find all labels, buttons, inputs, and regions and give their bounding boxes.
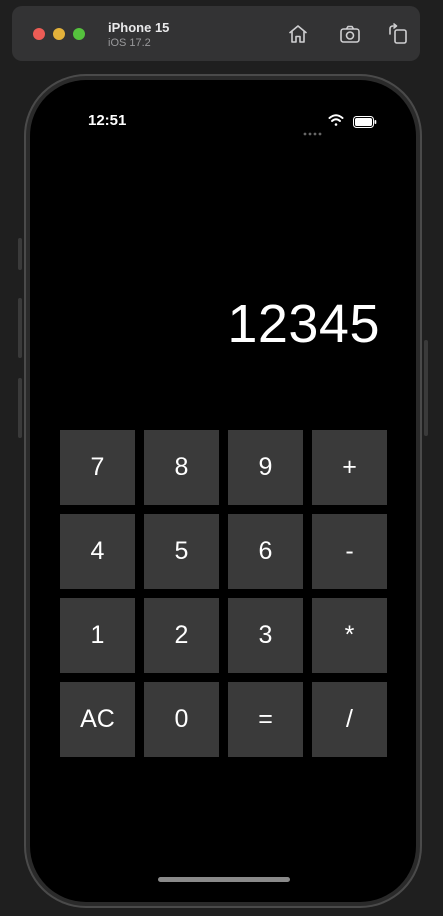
battery-icon [353, 115, 377, 128]
screenshot-icon[interactable] [338, 22, 362, 46]
os-version: iOS 17.2 [108, 37, 151, 49]
zoom-window-button[interactable] [73, 28, 85, 40]
rotate-icon[interactable] [386, 22, 410, 46]
signal-dots-icon [303, 123, 323, 136]
key-9[interactable]: 9 [228, 430, 303, 505]
key-divide[interactable]: / [312, 682, 387, 757]
keypad: 7 8 9 +4 5 6- 1 2 3 * AC 0 = / [60, 430, 390, 760]
key-0[interactable]: 0 [144, 682, 219, 757]
volume-down-button [18, 378, 22, 438]
key-clear[interactable]: AC [60, 682, 135, 757]
home-icon[interactable] [286, 22, 310, 46]
key-5[interactable]: 5 [144, 514, 219, 589]
volume-up-button [18, 298, 22, 358]
key-minus[interactable]: - [312, 514, 387, 589]
power-button [424, 340, 428, 436]
calculator-display: 12345 [227, 294, 380, 354]
key-multiply[interactable]: * [312, 598, 387, 673]
key-3[interactable]: 3 [228, 598, 303, 673]
close-window-button[interactable] [33, 28, 45, 40]
status-time: 12:51 [88, 112, 127, 129]
key-equals[interactable]: = [228, 682, 303, 757]
key-6[interactable]: 6 [228, 514, 303, 589]
key-plus[interactable]: + [312, 430, 387, 505]
phone-screen: 12:51 12345 7 8 9 +4 5 6- 1 2 3 * AC 0 = / [30, 80, 416, 902]
key-1[interactable]: 1 [60, 598, 135, 673]
key-4[interactable]: 4 [60, 514, 135, 589]
action-button [18, 238, 22, 270]
home-indicator[interactable] [158, 877, 290, 882]
key-2[interactable]: 2 [144, 598, 219, 673]
key-7[interactable]: 7 [60, 430, 135, 505]
device-name: iPhone 15 [108, 20, 170, 35]
key-8[interactable]: 8 [144, 430, 219, 505]
minimize-window-button[interactable] [53, 28, 65, 40]
simulator-toolbar: iPhone 15 iOS 17.2 [12, 6, 420, 61]
wifi-icon [328, 113, 344, 127]
